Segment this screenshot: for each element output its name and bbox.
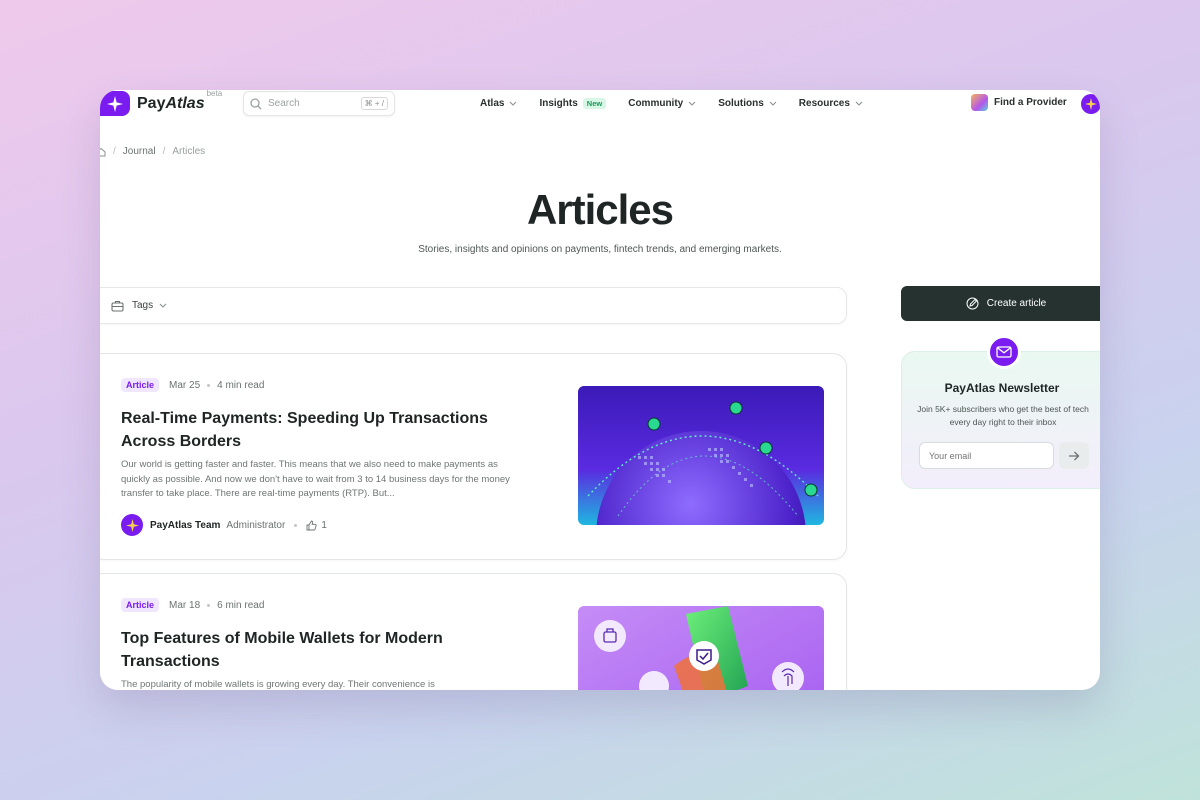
browser-window: PayAtlas beta Search ⌘ + / Atlas Insight… bbox=[100, 90, 1100, 690]
breadcrumb-articles: Articles bbox=[172, 146, 206, 157]
article-read-time: 6 min read bbox=[217, 599, 265, 611]
menu-item-solutions[interactable]: Solutions bbox=[718, 98, 777, 109]
chevron-down-icon[interactable] bbox=[159, 303, 167, 308]
author-name[interactable]: PayAtlas Team bbox=[150, 520, 220, 531]
breadcrumb-journal[interactable]: Journal bbox=[123, 146, 156, 157]
newsletter-box: PayAtlas Newsletter Join 5K+ subscribers… bbox=[901, 335, 1100, 489]
like-button[interactable]: 1 bbox=[306, 520, 327, 531]
briefcase-icon bbox=[111, 300, 124, 312]
article-title[interactable]: Top Features of Mobile Wallets for Moder… bbox=[121, 627, 521, 673]
meta-dot bbox=[207, 603, 211, 607]
search-icon bbox=[250, 97, 262, 109]
sparkle-logo-icon bbox=[100, 91, 130, 116]
home-icon[interactable] bbox=[100, 147, 106, 157]
author-role: Administrator bbox=[226, 519, 286, 531]
menu-item-community[interactable]: Community bbox=[628, 98, 696, 109]
article-tag[interactable]: Article bbox=[121, 378, 160, 392]
article-title[interactable]: Real-Time Payments: Speeding Up Transact… bbox=[121, 407, 521, 453]
logo-text: PayAtlas bbox=[137, 94, 205, 112]
logo[interactable]: PayAtlas beta bbox=[100, 90, 223, 116]
menu-item-insights[interactable]: Insights New bbox=[539, 97, 607, 109]
breadcrumb-separator: / bbox=[113, 146, 116, 157]
article-card[interactable]: Article Mar 18 6 min read Top Features o… bbox=[100, 573, 847, 690]
chevron-down-icon bbox=[855, 101, 863, 106]
meta-dot bbox=[207, 383, 211, 387]
chevron-down-icon bbox=[510, 101, 517, 106]
menu-item-resources[interactable]: Resources bbox=[799, 98, 863, 109]
article-tag[interactable]: Article bbox=[121, 598, 160, 612]
new-badge: New bbox=[582, 97, 607, 109]
article-date: Mar 18 bbox=[169, 599, 201, 611]
globe-image[interactable] bbox=[578, 386, 824, 525]
article-author: PayAtlas Team Administrator 1 bbox=[121, 514, 327, 536]
newsletter-description: Join 5K+ subscribers who get the best of… bbox=[917, 404, 1089, 427]
search-input[interactable]: Search bbox=[268, 98, 361, 109]
mobile-wallet-image[interactable] bbox=[578, 606, 824, 690]
tags-filter[interactable]: Tags bbox=[132, 300, 153, 311]
article-meta: Article Mar 18 6 min read bbox=[121, 598, 264, 612]
page-title: Articles bbox=[526, 186, 674, 233]
chevron-down-icon bbox=[688, 101, 696, 106]
beta-label: beta bbox=[206, 90, 223, 98]
meta-dot bbox=[294, 523, 298, 527]
article-excerpt: Our world is getting faster and faster. … bbox=[121, 459, 510, 499]
breadcrumb-separator: / bbox=[162, 146, 166, 157]
provider-icon bbox=[971, 94, 988, 111]
article-meta: Article Mar 25 4 min read bbox=[121, 378, 264, 392]
edit-icon bbox=[966, 297, 979, 310]
chevron-down-icon bbox=[769, 101, 777, 106]
main-menu: Atlas Insights New Community Solutions R… bbox=[480, 90, 885, 116]
newsletter-title: PayAtlas Newsletter bbox=[944, 381, 1060, 395]
search-box[interactable]: Search ⌘ + / bbox=[243, 91, 395, 116]
menu-item-atlas[interactable]: Atlas bbox=[480, 98, 517, 109]
like-count: 1 bbox=[321, 519, 327, 531]
create-article-button[interactable]: Create article bbox=[901, 286, 1100, 321]
newsletter-submit-button[interactable] bbox=[1059, 442, 1089, 469]
thumbs-up-icon bbox=[306, 520, 317, 530]
top-nav: PayAtlas beta Search ⌘ + / Atlas Insight… bbox=[100, 90, 1100, 118]
page-subtitle: Stories, insights and opinions on paymen… bbox=[418, 244, 782, 255]
newsletter-email-input[interactable] bbox=[919, 442, 1054, 469]
search-shortcut: ⌘ + / bbox=[360, 97, 388, 110]
user-avatar[interactable] bbox=[1081, 94, 1100, 114]
mail-icon bbox=[987, 335, 1021, 369]
find-provider-link[interactable]: Find a Provider bbox=[971, 94, 1067, 111]
filter-bar: Tags bbox=[100, 287, 847, 324]
arrow-right-icon bbox=[1069, 451, 1080, 460]
breadcrumb: / Journal / Articles bbox=[100, 146, 205, 157]
article-excerpt: The popularity of mobile wallets is grow… bbox=[121, 679, 435, 690]
author-avatar[interactable] bbox=[121, 514, 143, 536]
article-read-time: 4 min read bbox=[217, 379, 265, 391]
article-card[interactable]: Article Mar 25 4 min read Real-Time Paym… bbox=[100, 353, 847, 560]
article-date: Mar 25 bbox=[169, 379, 201, 391]
